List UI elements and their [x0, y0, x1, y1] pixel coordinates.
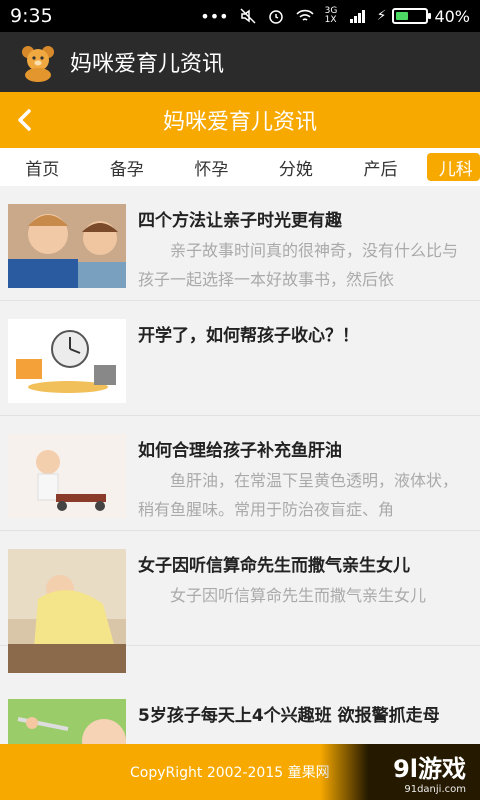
copyright-text: CopyRight 2002-2015 童果网 [130, 765, 330, 781]
article-thumbnail [8, 204, 126, 288]
article-list: 四个方法让亲子时光更有趣 亲子故事时间真的很神奇，没有什么比与孩子一起选择一本好… [0, 186, 480, 744]
tab-home[interactable]: 首页 [0, 148, 85, 186]
article-title: 开学了，如何帮孩子收心？！ [138, 326, 359, 346]
list-item[interactable]: 开学了，如何帮孩子收心？！ [0, 301, 480, 416]
page-title: 妈咪爱育儿资讯 [162, 110, 317, 135]
article-summary: 亲子故事时间真的很神奇，没有什么比与孩子一起选择一本好故事书，然后依 [138, 241, 459, 289]
tab-preparing-pregnancy[interactable]: 备孕 [85, 148, 170, 186]
article-summary: 鱼肝油，在常温下呈黄色透明，液体状，稍有鱼腥味。常用于防治夜盲症、角 [138, 471, 459, 519]
watermark-url: 91danji.com [404, 784, 466, 795]
battery-indicator: ⚡ 40% [376, 6, 470, 26]
article-summary: 女子因听信算命先生而撒气亲生女儿 [170, 586, 427, 605]
page-header: 妈咪爱育儿资讯 [0, 92, 480, 148]
signal-icon [349, 10, 365, 23]
list-item[interactable]: 女子因听信算命先生而撒气亲生女儿 女子因听信算命先生而撒气亲生女儿 [0, 531, 480, 673]
battery-percent: 40% [434, 6, 470, 26]
watermark-logo: 9l游戏 [393, 755, 466, 783]
list-item[interactable]: 四个方法让亲子时光更有趣 亲子故事时间真的很神奇，没有什么比与孩子一起选择一本好… [0, 186, 480, 301]
back-button[interactable] [10, 106, 38, 134]
status-bar: 9:35 ••• 3G 1X ⚡ 40% [0, 0, 480, 32]
teddy-bear-logo-icon [22, 46, 54, 82]
site-watermark: 9l游戏 91danji.com [320, 744, 480, 800]
article-thumbnail [8, 319, 126, 403]
list-item[interactable]: 如何合理给孩子补充鱼肝油 鱼肝油，在常温下呈黄色透明，液体状，稍有鱼腥味。常用于… [0, 416, 480, 531]
battery-icon [392, 8, 432, 24]
article-title: 四个方法让亲子时光更有趣 [138, 211, 342, 231]
alarm-icon [268, 10, 283, 24]
article-title: 女子因听信算命先生而撒气亲生女儿 [138, 556, 410, 576]
article-title: 5岁孩子每天上4个兴趣班 欲报警抓走母 [138, 706, 440, 726]
category-tabs: 首页 备孕 怀孕 分娩 产后 儿科 [0, 148, 480, 186]
article-summary [138, 731, 472, 744]
notification-dots-icon: ••• [200, 6, 229, 26]
tab-pregnancy[interactable]: 怀孕 [169, 148, 254, 186]
article-thumbnail [8, 549, 126, 673]
app-title-bar: 妈咪爱育儿资讯 [0, 32, 480, 92]
tab-delivery[interactable]: 分娩 [254, 148, 339, 186]
network-label: 3G 1X [324, 6, 338, 25]
status-icons: ••• 3G 1X ⚡ 40% [200, 7, 470, 26]
article-summary [138, 351, 472, 409]
app-title: 妈咪爱育儿资讯 [70, 52, 225, 77]
battery-level-fill [396, 12, 408, 20]
article-title: 如何合理给孩子补充鱼肝油 [138, 441, 342, 461]
article-thumbnail [8, 434, 126, 518]
tab-pediatrics[interactable]: 儿科 [426, 153, 480, 181]
tab-postpartum[interactable]: 产后 [338, 148, 423, 186]
wifi-icon [296, 9, 314, 21]
clock: 9:35 [10, 5, 53, 27]
chevron-left-icon [18, 109, 31, 131]
list-item[interactable]: 5岁孩子每天上4个兴趣班 欲报警抓走母 [0, 681, 480, 744]
mute-icon [240, 8, 256, 24]
article-thumbnail [8, 699, 126, 744]
